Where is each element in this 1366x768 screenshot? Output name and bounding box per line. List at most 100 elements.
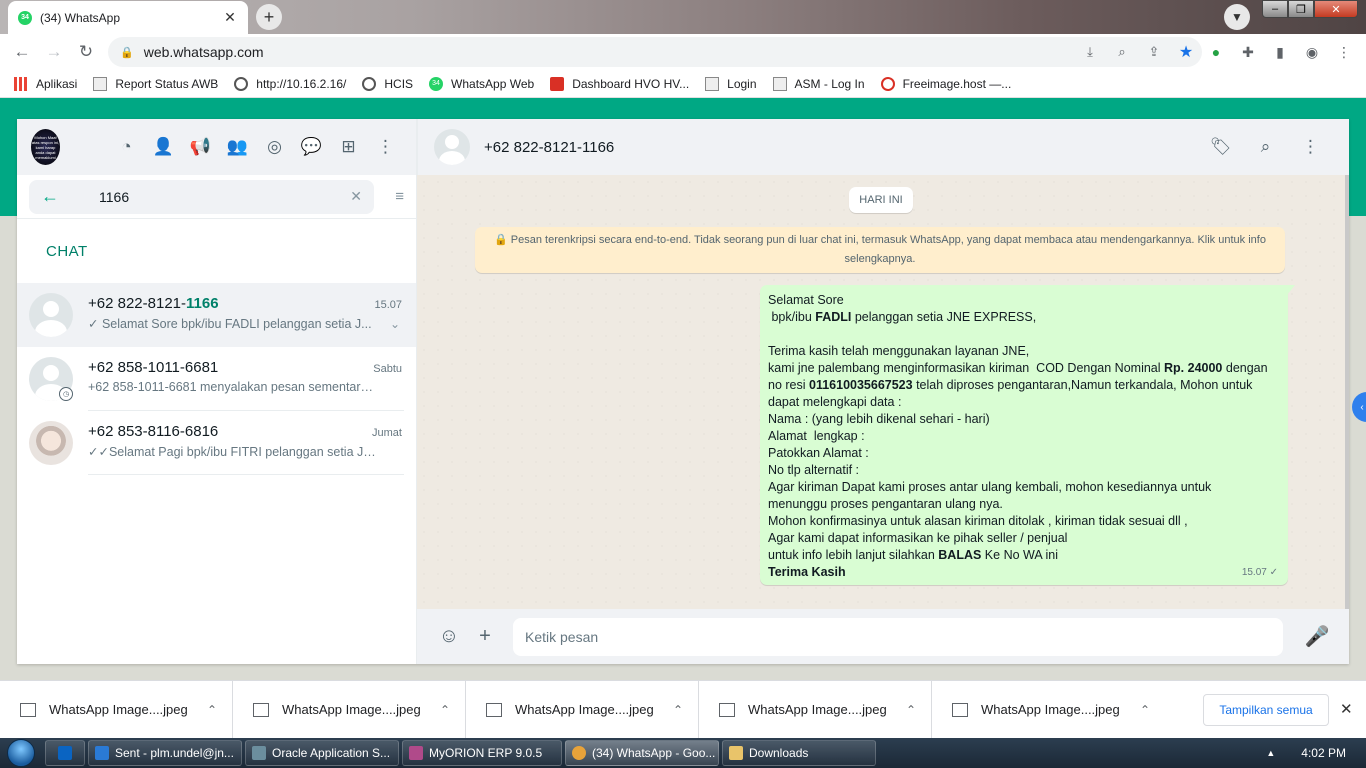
chat-item[interactable]: ◷ +62 858-1011-6681 Sabtu +62 858-1011-6… (17, 347, 416, 411)
outlook-icon (95, 746, 109, 760)
whatsapp-page: Mohon Maaf atas respon ini, kami harap a… (0, 98, 1366, 680)
address-bar[interactable]: 🔒 web.whatsapp.com ⤓ ⌕ ⇪ ★ (108, 37, 1202, 67)
back-arrow-icon[interactable]: ← (6, 36, 38, 68)
download-item[interactable]: WhatsApp Image....jpeg ⌃ (699, 680, 932, 739)
show-all-downloads-button[interactable]: Tampilkan semua (1203, 694, 1329, 726)
search-input[interactable]: ← 1166 ✕ (29, 179, 374, 214)
outlook-pinned-icon[interactable] (45, 740, 85, 766)
broadcast-icon[interactable]: 📢 (182, 137, 219, 157)
bookmark-dashboard[interactable]: Dashboard HVO HV... (550, 76, 689, 91)
scrollbar[interactable] (1345, 175, 1349, 609)
taskbar-item[interactable]: Downloads (722, 740, 876, 766)
channels-icon[interactable]: 💬 (293, 137, 330, 157)
close-shelf-icon[interactable]: ✕ (1340, 700, 1353, 718)
message-input-field[interactable] (525, 628, 1283, 645)
zoom-icon[interactable]: ⌕ (1106, 44, 1138, 60)
message-list[interactable]: HARI INI 🔒 Pesan terenkripsi secara end-… (417, 175, 1349, 609)
side-panel-icon[interactable]: ▮ (1264, 44, 1296, 61)
tab-search-button[interactable]: ▼ (1224, 4, 1250, 30)
start-button[interactable] (0, 738, 42, 768)
chat-preview: ✓✓Selamat Pagi bpk/ibu FITRI pelanggan s… (88, 445, 378, 459)
search-icon[interactable]: ⌕ (1243, 137, 1288, 157)
minimize-button[interactable]: – (1262, 0, 1288, 18)
bookmark-login[interactable]: Login (705, 76, 757, 91)
bookmark-apps[interactable]: Aplikasi (14, 76, 77, 91)
message-line: menunggu proses pengantaran ulang nya. (768, 497, 1003, 511)
new-chat-icon[interactable]: ⊞ (330, 137, 367, 157)
chevron-up-icon[interactable]: ⌃ (658, 703, 698, 717)
clear-search-icon[interactable]: ✕ (350, 188, 362, 205)
status-icon[interactable]: ◔ (108, 137, 145, 157)
reload-icon[interactable]: ↻ (70, 36, 102, 68)
bookmark-ip[interactable]: http://10.16.2.16/ (234, 76, 346, 91)
label-tag-icon[interactable]: 🏷 (1198, 137, 1243, 157)
taskbar-item[interactable]: MyORION ERP 9.0.5 (402, 740, 562, 766)
bookmark-report-status[interactable]: Report Status AWB (93, 76, 218, 91)
download-item[interactable]: WhatsApp Image....jpeg ⌃ (233, 680, 466, 739)
taskbar-item[interactable]: Oracle Application S... (245, 740, 399, 766)
my-profile-avatar[interactable]: Mohon Maaf atas respon ini, kami harap a… (31, 129, 60, 165)
add-contact-icon[interactable]: 👤 (145, 137, 182, 157)
lock-icon[interactable]: 🔒 (120, 46, 134, 59)
clock[interactable]: 4:02 PM (1301, 746, 1346, 760)
contact-avatar[interactable] (434, 129, 470, 165)
chevron-up-icon[interactable]: ⌃ (1125, 703, 1165, 717)
chrome-menu-icon[interactable]: ⋮ (1328, 44, 1360, 61)
extensions-puzzle-icon[interactable]: ✚ (1232, 44, 1264, 61)
conversation-title[interactable]: +62 822-8121-1166 (484, 139, 1198, 156)
tab-whatsapp[interactable]: 34 (34) WhatsApp ✕ (8, 1, 248, 34)
side-extension-tab[interactable]: ‹ (1352, 392, 1366, 422)
chat-preview: +62 858-1011-6681 menyalakan pesan semen… (88, 380, 378, 394)
conversation-header[interactable]: +62 822-8121-1166 🏷 ⌕ ⋮ (417, 119, 1349, 175)
download-item[interactable]: WhatsApp Image....jpeg ⌃ (0, 680, 233, 739)
taskbar-item[interactable]: (34) WhatsApp - Goo... (565, 740, 719, 766)
filter-icon[interactable]: ≡ (374, 188, 404, 205)
dashboard-icon (550, 76, 565, 91)
taskbar-item[interactable]: Sent - plm.undel@jn... (88, 740, 242, 766)
share-icon[interactable]: ⇪ (1138, 44, 1170, 60)
chat-time: 15.07 (374, 299, 402, 311)
chat-item[interactable]: +62 853-8116-6816 Jumat ✓✓Selamat Pagi b… (17, 411, 416, 475)
whatsapp-extension-icon[interactable]: ● (1200, 44, 1232, 60)
encryption-notice[interactable]: 🔒 Pesan terenkripsi secara end-to-end. T… (475, 227, 1285, 273)
whatsapp-app: Mohon Maaf atas respon ini, kami harap a… (17, 119, 1349, 664)
myorion-icon (409, 746, 423, 760)
chevron-up-icon[interactable]: ⌃ (891, 703, 931, 717)
close-window-button[interactable]: ✕ (1314, 0, 1358, 18)
attach-plus-icon[interactable]: + (467, 625, 503, 648)
window-controls: – ❐ ✕ (1262, 0, 1358, 18)
whatsapp-icon: 34 (429, 76, 444, 91)
tab-close-icon[interactable]: ✕ (222, 9, 238, 26)
microphone-icon[interactable]: 🎤 (1299, 624, 1335, 649)
message-input[interactable] (513, 617, 1283, 656)
install-app-icon[interactable]: ⤓ (1074, 44, 1106, 60)
bookmark-freeimage[interactable]: Freeimage.host —... (880, 76, 1011, 91)
bookmark-whatsapp-web[interactable]: 34 WhatsApp Web (429, 76, 534, 91)
emoji-icon[interactable]: ☺ (431, 625, 467, 648)
menu-icon[interactable]: ⋮ (367, 137, 404, 157)
chevron-up-icon[interactable]: ⌃ (192, 703, 232, 717)
maximize-button[interactable]: ❐ (1288, 0, 1314, 18)
message-line: Alamat lengkap : (768, 429, 865, 443)
url-text: web.whatsapp.com (143, 44, 264, 60)
new-tab-button[interactable]: + (256, 4, 282, 30)
profile-avatar-icon[interactable]: ◉ (1296, 44, 1328, 61)
communities-icon[interactable]: 👥 (219, 137, 256, 157)
chat-time: Sabtu (373, 363, 402, 375)
menu-icon[interactable]: ⋮ (1288, 137, 1333, 157)
bookmark-star-icon[interactable]: ★ (1170, 42, 1202, 62)
show-hidden-icons-icon[interactable]: ▲ (1266, 748, 1275, 758)
bookmark-asm[interactable]: ASM - Log In (772, 76, 865, 91)
download-item[interactable]: WhatsApp Image....jpeg ⌃ (466, 680, 699, 739)
chevron-down-icon[interactable]: ⌄ (390, 317, 400, 331)
back-arrow-icon[interactable]: ← (41, 186, 71, 207)
status-updates-icon[interactable]: ◎ (256, 137, 293, 157)
chat-list-pane: Mohon Maaf atas respon ini, kami harap a… (17, 119, 417, 664)
outgoing-message[interactable]: Selamat Sore bpk/ibu FADLI pelanggan set… (760, 285, 1295, 585)
chat-item[interactable]: +62 822-8121-1166 15.07 ✓ Selamat Sore b… (17, 283, 416, 347)
forward-arrow-icon[interactable]: → (38, 36, 70, 68)
chevron-up-icon[interactable]: ⌃ (425, 703, 465, 717)
bookmark-hcis[interactable]: HCIS (362, 76, 413, 91)
download-item[interactable]: WhatsApp Image....jpeg ⌃ (932, 681, 1165, 739)
page-icon (93, 76, 108, 91)
